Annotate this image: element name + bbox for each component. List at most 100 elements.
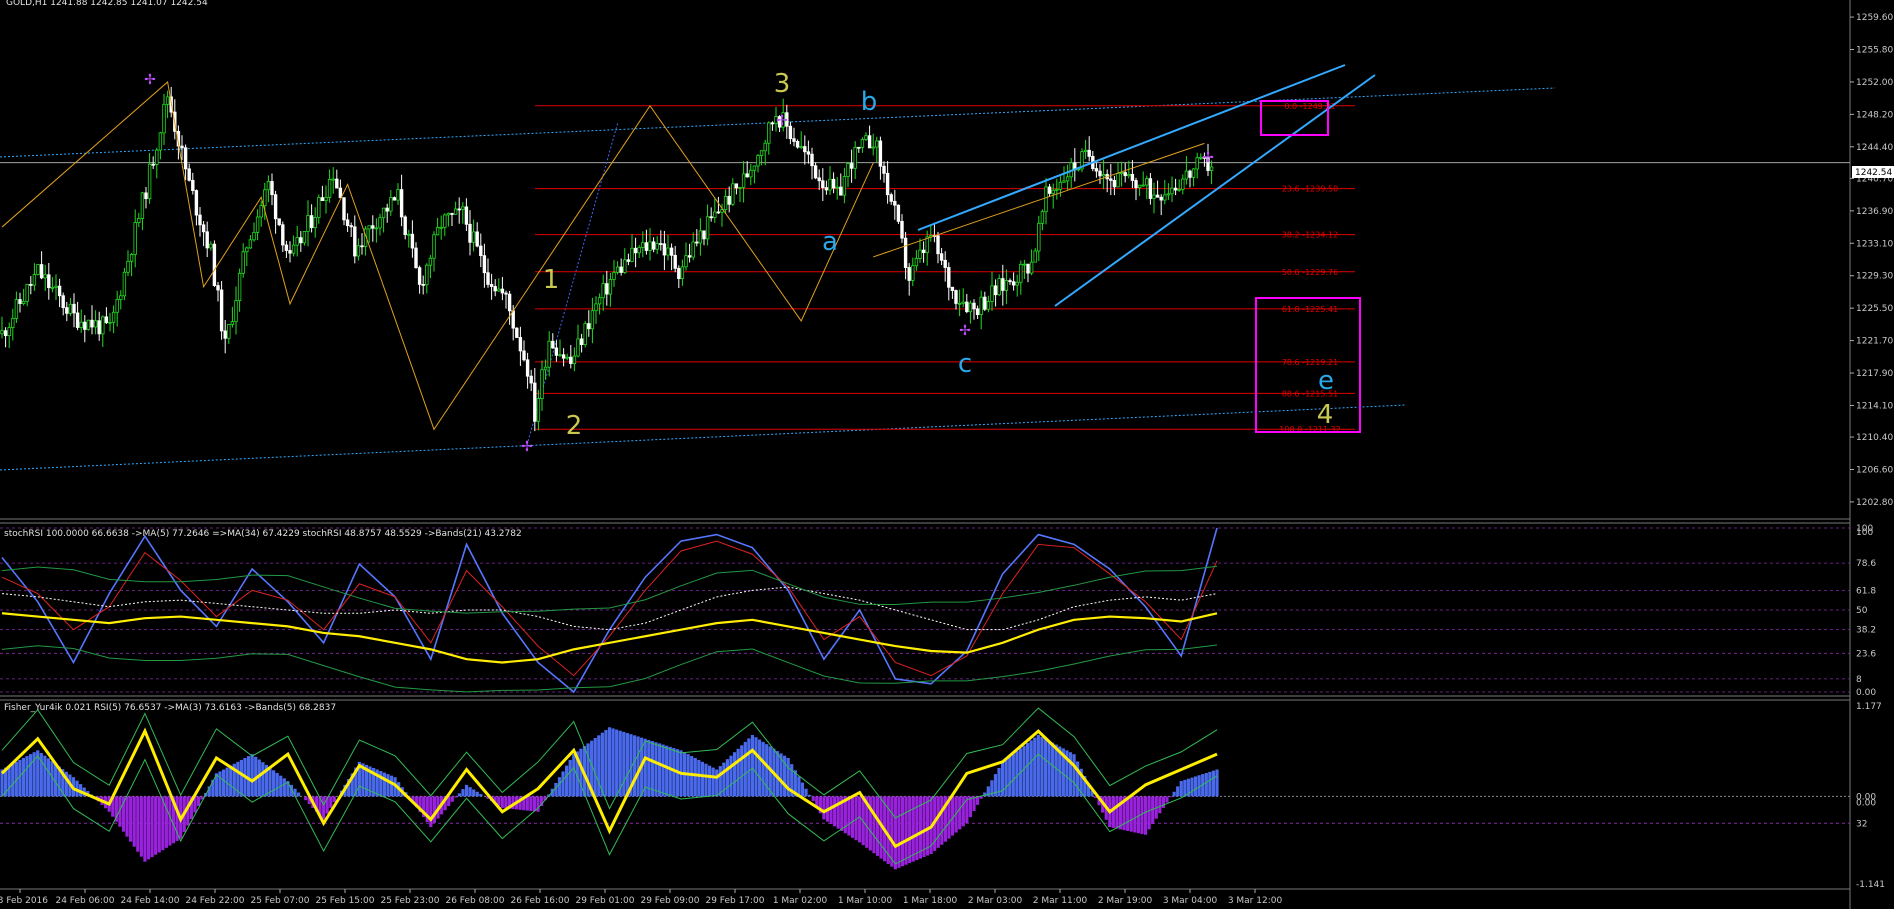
wave-label: c bbox=[958, 349, 972, 379]
stochrsi-panel[interactable] bbox=[0, 527, 1850, 694]
fisher-bar bbox=[1211, 770, 1216, 797]
candle bbox=[932, 222, 937, 243]
candle bbox=[165, 90, 170, 119]
candle-body bbox=[1134, 180, 1138, 189]
fisher-bar bbox=[900, 796, 905, 867]
candle bbox=[990, 271, 994, 311]
candle bbox=[590, 297, 595, 344]
candle-body bbox=[1055, 188, 1059, 191]
candle bbox=[525, 352, 530, 389]
candle bbox=[1040, 209, 1045, 231]
candle-body bbox=[367, 225, 371, 230]
candle bbox=[637, 245, 641, 258]
candle bbox=[331, 167, 335, 194]
candle-body bbox=[101, 316, 105, 335]
candle-body bbox=[471, 231, 476, 243]
candle-body bbox=[792, 138, 796, 142]
candle bbox=[155, 147, 159, 179]
fisher-bar bbox=[461, 789, 465, 797]
time-axis-label: 2 Mar 03:00 bbox=[968, 896, 1023, 906]
candle bbox=[309, 204, 314, 233]
candle-body bbox=[482, 255, 487, 274]
stoch-axis-label: 78.6 bbox=[1856, 559, 1876, 569]
candle-body bbox=[954, 290, 958, 304]
candle bbox=[234, 286, 238, 335]
candle bbox=[576, 324, 580, 358]
candle bbox=[284, 240, 289, 258]
candle bbox=[482, 243, 487, 288]
candle-body bbox=[925, 236, 929, 254]
candle-body bbox=[587, 323, 591, 330]
fisher-bar bbox=[500, 796, 504, 808]
price-panel[interactable]: 0.0 -1249.2123.6 -1239.5038.2 -1234.1250… bbox=[0, 64, 1850, 471]
fisher-bar bbox=[615, 729, 619, 797]
candle bbox=[925, 230, 929, 266]
fisher-bar bbox=[1204, 772, 1208, 797]
fisher-bar bbox=[7, 765, 11, 797]
candle bbox=[677, 265, 681, 288]
price-axis-label: 1255.80 bbox=[1856, 46, 1893, 56]
candle bbox=[579, 333, 584, 353]
candle bbox=[277, 218, 281, 227]
candle-body bbox=[338, 187, 343, 199]
trading-chart[interactable]: 0.0 -1249.2123.6 -1239.5038.2 -1234.1250… bbox=[0, 0, 1894, 909]
fisher-bar bbox=[1033, 737, 1037, 797]
candle bbox=[65, 301, 69, 322]
candle bbox=[594, 296, 598, 324]
candle bbox=[371, 215, 375, 242]
candle bbox=[1173, 178, 1178, 196]
fisher-bar bbox=[822, 796, 826, 820]
fib-level-label: 61.8 -1225.41 bbox=[1282, 305, 1338, 314]
candle-body bbox=[36, 264, 40, 275]
candle-body bbox=[396, 189, 400, 201]
fisher-bar bbox=[1043, 738, 1048, 797]
candle-body bbox=[237, 272, 242, 301]
candle-body bbox=[702, 230, 706, 240]
candle-body bbox=[849, 163, 854, 169]
candle bbox=[669, 243, 674, 271]
candle bbox=[342, 197, 346, 226]
candle-body bbox=[1026, 263, 1030, 274]
fisher-bar bbox=[429, 796, 433, 828]
candle bbox=[464, 198, 469, 232]
candle bbox=[871, 133, 875, 156]
candle-body bbox=[1170, 187, 1174, 195]
candle-body bbox=[691, 241, 695, 258]
candle-body bbox=[29, 283, 33, 286]
candle bbox=[345, 213, 350, 233]
fisher-bar bbox=[707, 765, 712, 797]
candle bbox=[475, 222, 479, 248]
wave-label: 3 bbox=[774, 69, 791, 99]
candle-body bbox=[180, 145, 184, 149]
candle bbox=[1037, 215, 1041, 262]
candle-body bbox=[990, 285, 994, 302]
candle bbox=[572, 347, 577, 372]
fisher-axis-label: 0.00 bbox=[1856, 798, 1876, 808]
fisher-bar bbox=[761, 741, 765, 797]
candle bbox=[399, 174, 404, 227]
candle-body bbox=[115, 299, 119, 313]
candle-body bbox=[432, 234, 436, 259]
candle bbox=[950, 286, 955, 299]
fisher-panel[interactable] bbox=[0, 707, 1850, 870]
candle-body bbox=[806, 151, 811, 155]
fisher-bar bbox=[146, 796, 151, 860]
fisher-bar bbox=[632, 735, 637, 797]
fisher-bar bbox=[1011, 753, 1015, 797]
candle-body bbox=[936, 235, 940, 255]
fisher-bar bbox=[1158, 796, 1162, 814]
fisher-bar bbox=[1051, 742, 1055, 797]
candle-body bbox=[72, 303, 76, 314]
time-axis-label: 3 Mar 12:00 bbox=[1228, 896, 1283, 906]
fisher-bar bbox=[168, 796, 172, 846]
candle-body bbox=[281, 224, 285, 246]
fisher-bar bbox=[736, 748, 740, 797]
candle bbox=[1055, 178, 1059, 200]
candle bbox=[849, 149, 854, 183]
candle bbox=[817, 169, 821, 191]
candle-body bbox=[97, 320, 101, 335]
candle-body bbox=[947, 267, 951, 288]
fisher-bar bbox=[454, 796, 458, 798]
candle bbox=[561, 348, 566, 367]
candle-body bbox=[453, 208, 458, 215]
